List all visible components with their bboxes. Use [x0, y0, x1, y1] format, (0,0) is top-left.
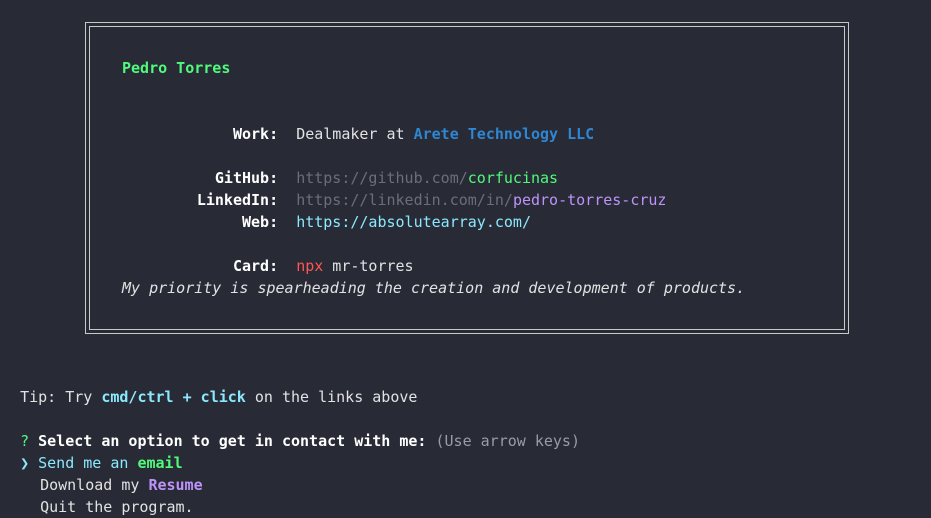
- github-row: GitHub: https://github.com/corfucinas: [86, 145, 558, 187]
- option-quit[interactable]: Quit the program.: [22, 474, 194, 516]
- option-quit-label: Quit the program.: [40, 498, 194, 516]
- work-label: Work:: [232, 125, 279, 143]
- company-link[interactable]: Arete Technology LLC: [414, 125, 595, 143]
- tip-suffix: on the links above: [245, 388, 418, 406]
- option-email[interactable]: ❯ Send me an email: [2, 430, 183, 472]
- option-resume[interactable]: Download my Resume: [22, 452, 203, 494]
- work-role: Dealmaker at: [296, 125, 414, 143]
- work-row: Work: Dealmaker at Arete Technology LLC: [86, 101, 594, 143]
- question-hint: (Use arrow keys): [435, 432, 580, 450]
- web-label: Web:: [242, 213, 279, 231]
- npx-command: npx: [296, 257, 324, 275]
- bio-text: My priority is spearheading the creation…: [122, 279, 746, 297]
- linkedin-handle: pedro-torres-cruz: [512, 191, 667, 209]
- npx-row: Card: npx mr-torres: [86, 233, 414, 275]
- business-card: Pedro Torres Work: Dealmaker at Arete Te…: [85, 22, 849, 334]
- linkedin-row: LinkedIn: https://linkedin.com/in/pedro-…: [86, 167, 667, 209]
- card-name: Pedro Torres: [122, 59, 231, 77]
- web-row: Web: https://absolutearray.com/: [86, 189, 531, 231]
- npx-label: Card:: [232, 257, 279, 275]
- tip-prefix: Tip: Try: [20, 388, 102, 406]
- prompt-question: ? Select an option to get in contact wit…: [2, 408, 580, 450]
- tip-keys: cmd/ctrl + click: [101, 388, 246, 406]
- tip-line: Tip: Try cmd/ctrl + click on the links a…: [2, 364, 417, 406]
- web-link[interactable]: https://absolutearray.com/: [296, 213, 531, 231]
- npx-package: mr-torres: [323, 257, 414, 275]
